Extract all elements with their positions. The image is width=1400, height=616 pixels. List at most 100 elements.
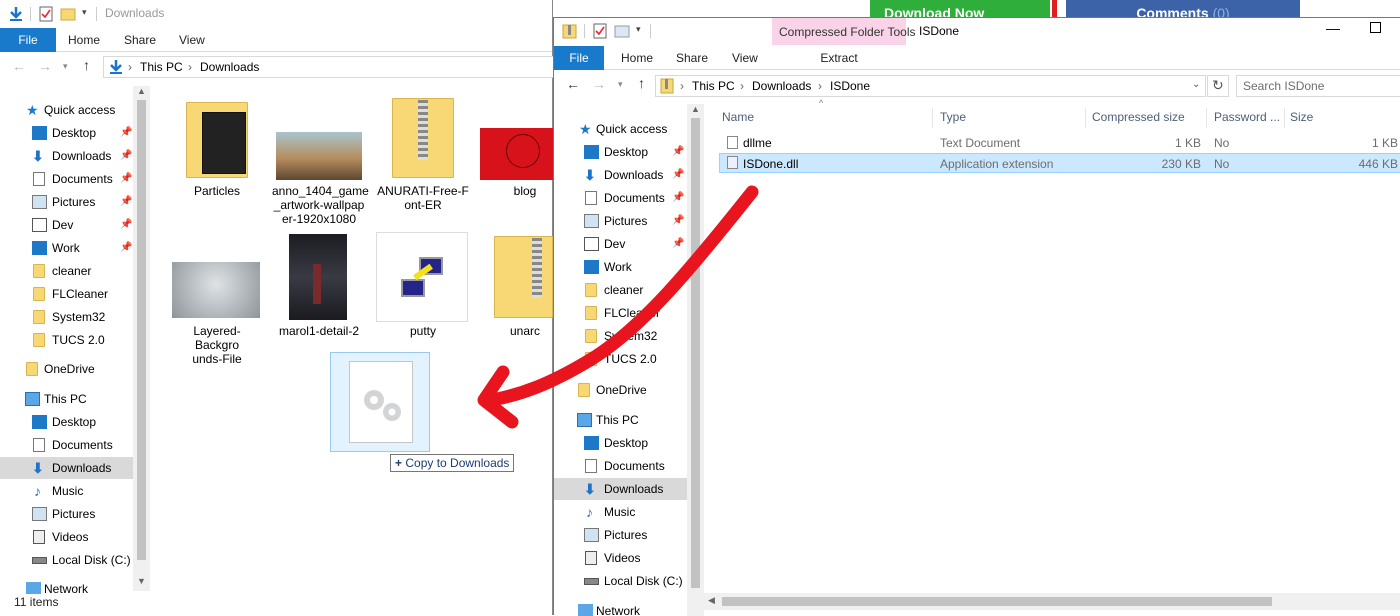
back-icon[interactable]: ← bbox=[12, 58, 26, 74]
address-dropdown-icon[interactable]: ⌄ bbox=[1192, 79, 1200, 90]
nav-item-pictures[interactable]: Pictures 📌 bbox=[0, 191, 133, 213]
nav-pc-local-disk[interactable]: Local Disk (C:) bbox=[554, 570, 687, 592]
nav-item-tucs[interactable]: TUCS 2.0 bbox=[0, 329, 133, 351]
column-compressed-size[interactable]: Compressed size bbox=[1092, 104, 1204, 130]
nav-scrollbar[interactable]: ▲ ▼ bbox=[133, 86, 150, 591]
crumb-isdone[interactable]: ISDone bbox=[830, 79, 870, 93]
nav-item-system32[interactable]: System32 bbox=[554, 325, 687, 347]
nav-item-documents[interactable]: Documents 📌 bbox=[0, 168, 133, 190]
nav-item-system32[interactable]: System32 bbox=[0, 306, 133, 328]
nav-onedrive[interactable]: OneDrive bbox=[554, 379, 687, 401]
tab-extract[interactable]: Extract bbox=[772, 46, 906, 70]
tile-anno[interactable]: anno_1404_game _artwork-wallpap er-1920x10… bbox=[272, 94, 369, 230]
nav-item-flcleaner[interactable]: FLCleaner bbox=[554, 302, 687, 324]
nav-scrollbar[interactable]: ▲ bbox=[687, 104, 704, 616]
nav-item-tucs[interactable]: TUCS 2.0 bbox=[554, 348, 687, 370]
nav-item-dev[interactable]: Dev 📌 bbox=[0, 214, 133, 236]
nav-pc-desktop[interactable]: Desktop bbox=[554, 432, 687, 454]
nav-pc-videos[interactable]: Videos bbox=[554, 547, 687, 569]
nav-item-cleaner[interactable]: cleaner bbox=[0, 260, 133, 282]
nav-quick-access[interactable]: ★ Quick access bbox=[554, 118, 687, 140]
nav-pc-downloads[interactable]: ⬇ Downloads bbox=[0, 457, 133, 479]
nav-item-pictures[interactable]: Pictures 📌 bbox=[554, 210, 687, 232]
nav-pc-documents[interactable]: Documents bbox=[554, 455, 687, 477]
scroll-up-icon[interactable]: ▲ bbox=[137, 86, 146, 96]
zip-folder-icon[interactable] bbox=[562, 23, 578, 39]
nav-network[interactable]: Network bbox=[0, 578, 133, 594]
tile-marol[interactable]: marol1-detail-2 bbox=[272, 232, 366, 342]
file-row-isdone-dll[interactable]: ISDone.dll Application extension 230 KB … bbox=[719, 153, 1400, 173]
nav-item-flcleaner[interactable]: FLCleaner bbox=[0, 283, 133, 305]
address-bar[interactable]: › This PC › Downloads › ISDone ⌄ bbox=[655, 75, 1206, 97]
column-divider[interactable] bbox=[932, 108, 933, 128]
column-size[interactable]: Size bbox=[1290, 104, 1350, 130]
maximize-icon[interactable] bbox=[1370, 22, 1381, 33]
column-divider[interactable] bbox=[1284, 108, 1285, 128]
tile-layered[interactable]: Layered-Backgro unds-File bbox=[172, 232, 262, 366]
back-icon[interactable]: ← bbox=[566, 76, 580, 92]
downloads-icon[interactable] bbox=[8, 6, 24, 22]
nav-pc-downloads[interactable]: ⬇ Downloads bbox=[554, 478, 687, 500]
properties-icon[interactable] bbox=[38, 6, 54, 22]
nav-item-work[interactable]: Work 📌 bbox=[0, 237, 133, 259]
scroll-down-icon[interactable]: ▼ bbox=[137, 576, 146, 586]
crumb-downloads[interactable]: Downloads bbox=[200, 60, 259, 74]
minimize-icon[interactable]: — bbox=[1326, 20, 1340, 36]
scroll-thumb[interactable] bbox=[137, 100, 146, 560]
nav-onedrive[interactable]: OneDrive bbox=[0, 358, 133, 380]
nav-quick-access[interactable]: ★ Quick access bbox=[0, 99, 133, 121]
new-folder-icon[interactable] bbox=[614, 23, 630, 39]
new-folder-icon[interactable] bbox=[60, 6, 76, 22]
tab-share[interactable]: Share bbox=[124, 28, 156, 52]
nav-item-cleaner[interactable]: cleaner bbox=[554, 279, 687, 301]
tile-unarc[interactable]: unarc bbox=[480, 232, 553, 342]
nav-pc-local-disk[interactable]: Local Disk (C:) bbox=[0, 549, 133, 571]
up-icon[interactable]: ↑ bbox=[638, 75, 645, 91]
column-type[interactable]: Type bbox=[940, 104, 1085, 130]
tab-share[interactable]: Share bbox=[676, 46, 708, 70]
qat-dropdown-icon[interactable]: ▾ bbox=[636, 24, 641, 35]
nav-pc-videos[interactable]: Videos bbox=[0, 526, 133, 548]
tile-anurati[interactable]: ANURATI-Free-F ont-ER bbox=[376, 94, 470, 214]
crumb-downloads[interactable]: Downloads bbox=[752, 79, 811, 93]
qat-dropdown-icon[interactable]: ▾ bbox=[82, 7, 87, 18]
nav-pc-music[interactable]: ♪ Music bbox=[0, 480, 133, 502]
file-row-dllme[interactable]: dllme Text Document 1 KB No 1 KB bbox=[719, 133, 1400, 153]
nav-pc-documents[interactable]: Documents bbox=[0, 434, 133, 456]
tile-particles[interactable]: Particles bbox=[172, 94, 262, 198]
nav-item-documents[interactable]: Documents 📌 bbox=[554, 187, 687, 209]
forward-icon[interactable]: → bbox=[38, 58, 52, 74]
scroll-left-icon[interactable]: ◀ bbox=[708, 595, 715, 606]
tile-putty[interactable]: putty bbox=[376, 232, 470, 342]
address-bar[interactable]: › This PC › Downloads bbox=[103, 56, 563, 78]
nav-pc-desktop[interactable]: Desktop bbox=[0, 411, 133, 433]
nav-item-desktop[interactable]: Desktop 📌 bbox=[0, 122, 133, 144]
recent-locations-icon[interactable]: ▾ bbox=[63, 61, 68, 72]
nav-pc-music[interactable]: ♪ Music bbox=[554, 501, 687, 523]
scroll-up-icon[interactable]: ▲ bbox=[691, 104, 700, 114]
nav-this-pc[interactable]: This PC bbox=[554, 409, 687, 431]
tab-file[interactable]: File bbox=[554, 46, 604, 70]
download-now-button[interactable]: Download Now bbox=[870, 0, 1050, 17]
crumb-this-pc[interactable]: This PC bbox=[140, 60, 183, 74]
refresh-button[interactable]: ↻ bbox=[1207, 75, 1229, 97]
tab-home[interactable]: Home bbox=[68, 28, 100, 52]
scroll-thumb[interactable] bbox=[691, 118, 700, 588]
tile-blog[interactable]: blog bbox=[480, 94, 553, 204]
tab-home[interactable]: Home bbox=[621, 46, 653, 70]
nav-item-downloads[interactable]: ⬇ Downloads 📌 bbox=[554, 164, 687, 186]
tab-view[interactable]: View bbox=[732, 46, 758, 70]
nav-item-work[interactable]: Work bbox=[554, 256, 687, 278]
column-divider[interactable] bbox=[1206, 108, 1207, 128]
tab-file[interactable]: File bbox=[0, 28, 56, 52]
up-icon[interactable]: ↑ bbox=[83, 57, 90, 73]
recent-locations-icon[interactable]: ▾ bbox=[618, 79, 623, 90]
column-password[interactable]: Password ... bbox=[1214, 104, 1284, 130]
nav-pc-pictures[interactable]: Pictures bbox=[0, 503, 133, 525]
column-divider[interactable] bbox=[1085, 108, 1086, 128]
forward-icon[interactable]: → bbox=[592, 76, 606, 92]
search-box[interactable]: Search ISDone bbox=[1236, 75, 1400, 97]
horizontal-scrollbar[interactable]: ◀ bbox=[704, 593, 1400, 610]
crumb-this-pc[interactable]: This PC bbox=[692, 79, 735, 93]
comments-button[interactable]: Comments (0) bbox=[1066, 0, 1300, 17]
